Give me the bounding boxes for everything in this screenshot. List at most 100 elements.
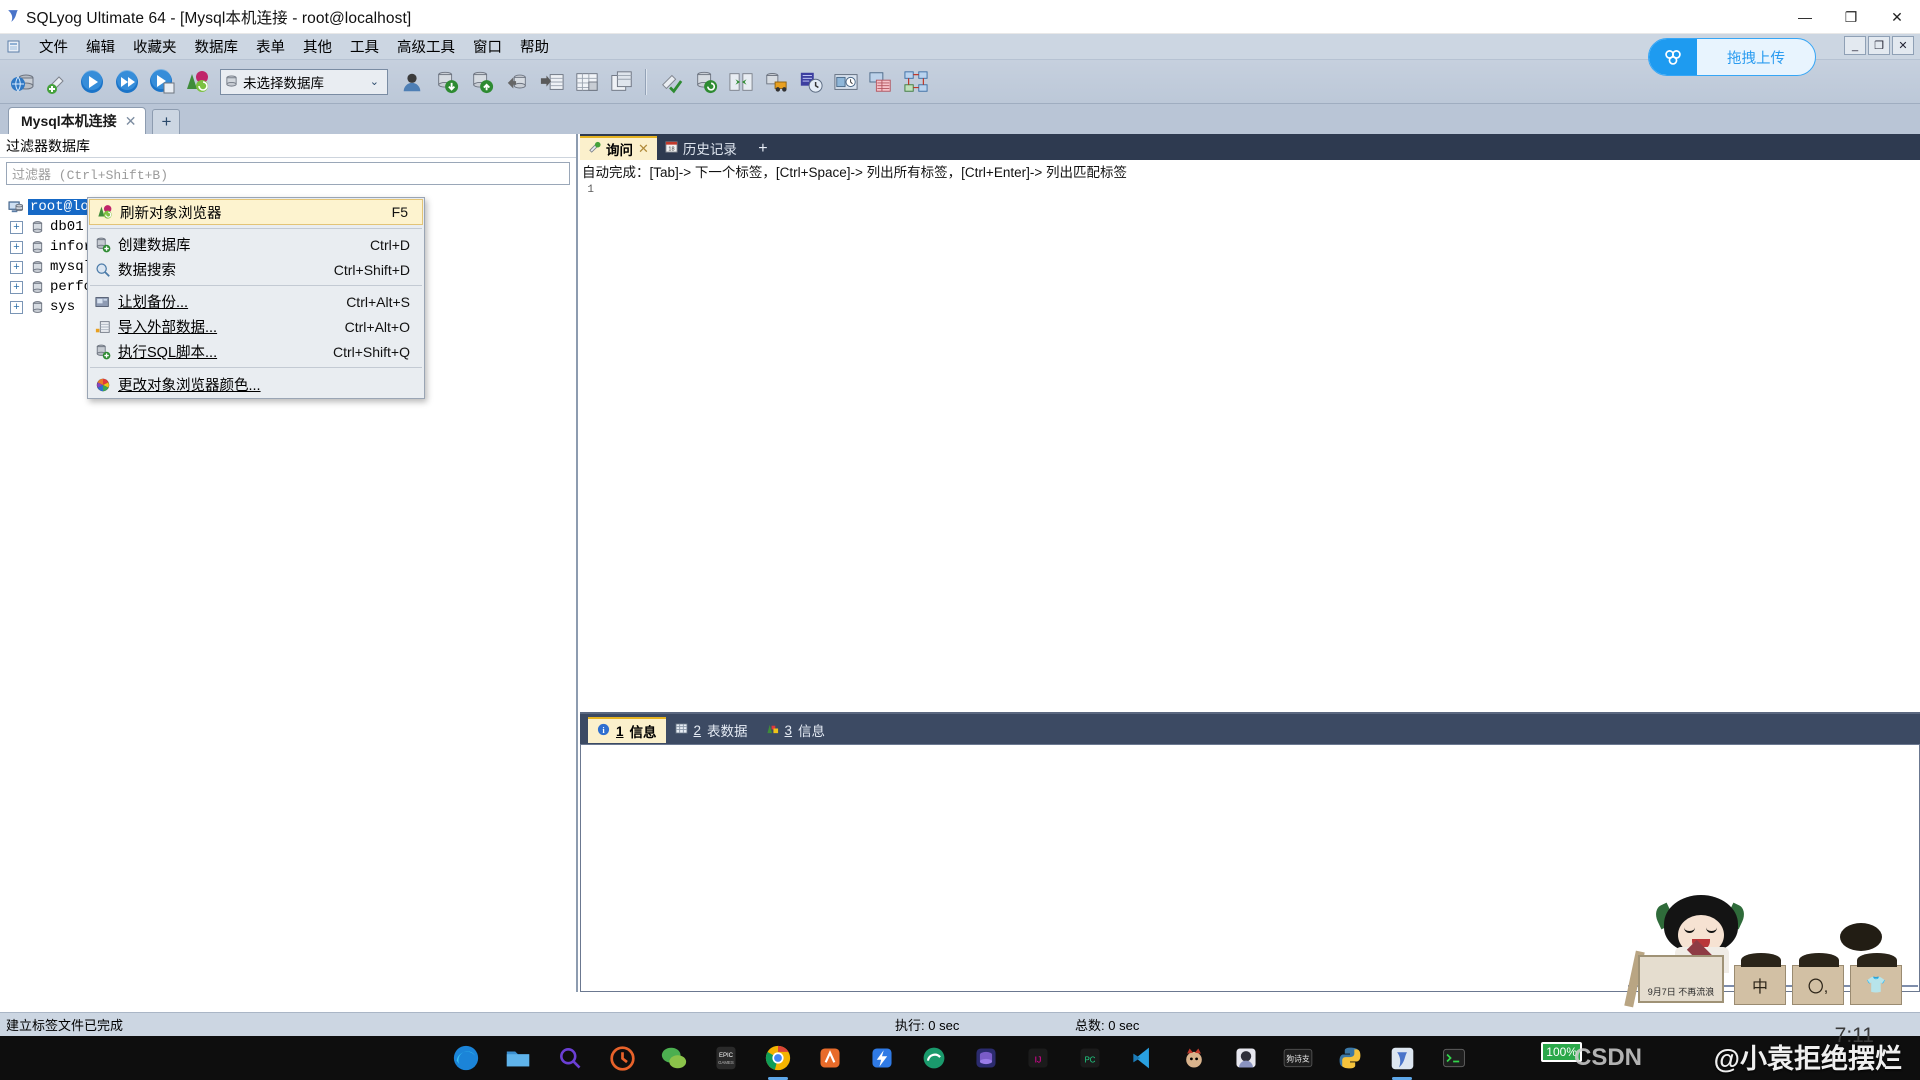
tree-node-db01-label: db01 xyxy=(50,219,84,235)
chrome-icon[interactable] xyxy=(762,1042,794,1080)
import-data-icon[interactable] xyxy=(535,65,568,98)
expand-icon[interactable]: + xyxy=(10,240,23,254)
close-button[interactable]: ✕ xyxy=(1874,0,1920,34)
menu-item-help[interactable]: 帮助 xyxy=(511,36,558,58)
add-connection-tab-button[interactable]: + xyxy=(152,109,181,134)
compare-schema-icon[interactable] xyxy=(724,65,757,98)
filter-input[interactable]: 过滤器 (Ctrl+Shift+B) xyxy=(6,162,570,185)
pet-sign-text: 9月7日 不再流浪 xyxy=(1647,987,1715,997)
execute-query-icon[interactable] xyxy=(75,65,108,98)
pycharm-icon[interactable]: PC xyxy=(1074,1042,1106,1074)
intellij-idea-icon[interactable]: IJ xyxy=(1022,1042,1054,1074)
toolbar-separator xyxy=(645,68,647,95)
menu-item-database[interactable]: 数据库 xyxy=(186,36,248,58)
wechat-icon[interactable] xyxy=(658,1042,690,1074)
sqlyog-icon[interactable] xyxy=(1386,1042,1418,1080)
menu-item-tools[interactable]: 工具 xyxy=(341,36,388,58)
context-menu-item-scheduled-backup[interactable]: 让划备份... Ctrl+Alt+S xyxy=(88,289,424,314)
terminal-icon[interactable] xyxy=(1438,1042,1470,1074)
close-icon[interactable]: ✕ xyxy=(638,141,649,157)
format-sql-icon[interactable] xyxy=(654,65,687,98)
tab-history[interactable]: 18 历史记录 xyxy=(657,136,745,160)
tab-result-messages[interactable]: 3 信息 xyxy=(757,717,835,743)
python-icon[interactable] xyxy=(1334,1042,1366,1074)
export-database-icon[interactable] xyxy=(500,65,533,98)
notification-services-icon[interactable] xyxy=(829,65,862,98)
title-bar: SQLyog Ultimate 64 - [Mysql本机连接 - root@l… xyxy=(0,0,1920,34)
backup-database-icon[interactable] xyxy=(430,65,463,98)
menu-item-advanced-tools[interactable]: 高级工具 xyxy=(388,36,464,58)
context-menu-item-data-search[interactable]: 数据搜索 Ctrl+Shift+D xyxy=(88,257,424,282)
search-icon[interactable] xyxy=(554,1042,586,1074)
refresh-object-browser-icon[interactable] xyxy=(180,65,213,98)
context-menu-item-import-external-data[interactable]: 导入外部数据... Ctrl+Alt+O xyxy=(88,314,424,339)
epic-games-icon[interactable]: EPIC GAMES xyxy=(710,1042,742,1074)
user-manager-icon[interactable] xyxy=(395,65,428,98)
context-menu-item-data-search-label: 数据搜索 xyxy=(118,263,176,279)
file-explorer-icon[interactable] xyxy=(502,1042,534,1074)
expand-icon[interactable]: + xyxy=(10,300,23,314)
expand-icon[interactable]: + xyxy=(10,220,23,234)
mdi-close-button[interactable]: ✕ xyxy=(1892,36,1914,55)
apifox-icon[interactable] xyxy=(814,1042,846,1074)
thunder-icon[interactable] xyxy=(866,1042,898,1074)
sogou-input-icon[interactable]: 狗诗支 xyxy=(1282,1042,1314,1074)
menu-item-edit[interactable]: 编辑 xyxy=(77,36,124,58)
chevron-down-icon: ⌄ xyxy=(369,76,379,88)
close-icon[interactable]: ✕ xyxy=(125,113,137,130)
new-query-tab-icon[interactable] xyxy=(40,65,73,98)
edge-icon[interactable] xyxy=(450,1042,482,1074)
add-query-tab-button[interactable]: + xyxy=(751,138,775,160)
sync-database-icon[interactable] xyxy=(689,65,722,98)
context-menu-item-refresh[interactable]: 刷新对象浏览器 F5 xyxy=(89,199,423,225)
restore-database-icon[interactable] xyxy=(465,65,498,98)
execute-query-to-file-icon[interactable] xyxy=(145,65,178,98)
mdi-restore-button[interactable]: ❐ xyxy=(1868,36,1890,55)
menu-item-other[interactable]: 其他 xyxy=(294,36,341,58)
connection-tab-mysql-local[interactable]: Mysql本机连接 ✕ xyxy=(8,107,147,134)
menu-item-favorites[interactable]: 收藏夹 xyxy=(124,36,186,58)
anime-app-icon[interactable] xyxy=(1230,1042,1262,1074)
scheduled-backup-icon xyxy=(88,294,118,310)
execute-all-queries-icon[interactable] xyxy=(110,65,143,98)
tab-result-table-data[interactable]: 2 表数据 xyxy=(666,717,757,743)
context-menu-item-change-colors[interactable]: 更改对象浏览器颜色... xyxy=(88,371,424,398)
mdi-minimize-button[interactable]: _ xyxy=(1844,36,1866,55)
database-selector[interactable]: 未选择数据库 ⌄ xyxy=(220,68,388,95)
expand-icon[interactable]: + xyxy=(10,280,23,294)
drag-upload-widget[interactable]: 拖拽上传 xyxy=(1648,38,1816,76)
tab-result-info[interactable]: i 1 信息 xyxy=(588,717,666,743)
schema-designer-icon[interactable] xyxy=(864,65,897,98)
context-menu-item-import-external-data-shortcut: Ctrl+Alt+O xyxy=(344,318,410,335)
messages-icon xyxy=(766,722,779,738)
editor-text-area[interactable] xyxy=(594,182,1920,712)
copy-table-icon[interactable] xyxy=(605,65,638,98)
connection-tab-label: Mysql本机连接 xyxy=(21,113,117,129)
navicat-icon[interactable] xyxy=(918,1042,950,1074)
execute-sql-script-icon xyxy=(88,344,118,360)
context-menu-item-change-colors-label: 更改对象浏览器颜色... xyxy=(118,378,261,394)
minimize-button[interactable]: — xyxy=(1782,0,1828,34)
sql-editor[interactable]: 1 xyxy=(580,182,1920,714)
context-menu-item-create-database[interactable]: 创建数据库 Ctrl+D xyxy=(88,232,424,257)
app-logo-icon xyxy=(0,0,26,34)
menu-item-form[interactable]: 表单 xyxy=(247,36,294,58)
menu-item-window[interactable]: 窗口 xyxy=(464,36,511,58)
menu-item-file[interactable]: 文件 xyxy=(30,36,77,58)
autocomplete-hint: 自动完成：[Tab]-> 下一个标签，[Ctrl+Space]-> 列出所有标签… xyxy=(580,160,1920,182)
expand-icon[interactable]: + xyxy=(10,260,23,274)
clock-app-icon[interactable] xyxy=(606,1042,638,1074)
table-data-icon[interactable] xyxy=(570,65,603,98)
tomcat-icon[interactable] xyxy=(1178,1042,1210,1074)
connection-manager-icon[interactable] xyxy=(5,65,38,98)
er-diagram-icon[interactable] xyxy=(899,65,932,98)
datagrip-icon[interactable] xyxy=(970,1042,1002,1074)
database-icon xyxy=(28,240,46,254)
scheduled-backup-icon[interactable] xyxy=(794,65,827,98)
vscode-icon[interactable] xyxy=(1126,1042,1158,1074)
context-menu-item-execute-sql-script[interactable]: 执行SQL脚本... Ctrl+Shift+Q xyxy=(88,339,424,364)
tab-query[interactable]: 询问 ✕ xyxy=(580,136,657,160)
maximize-button[interactable]: ❐ xyxy=(1828,0,1874,34)
context-menu-item-refresh-shortcut: F5 xyxy=(391,204,408,220)
migration-icon[interactable] xyxy=(759,65,792,98)
